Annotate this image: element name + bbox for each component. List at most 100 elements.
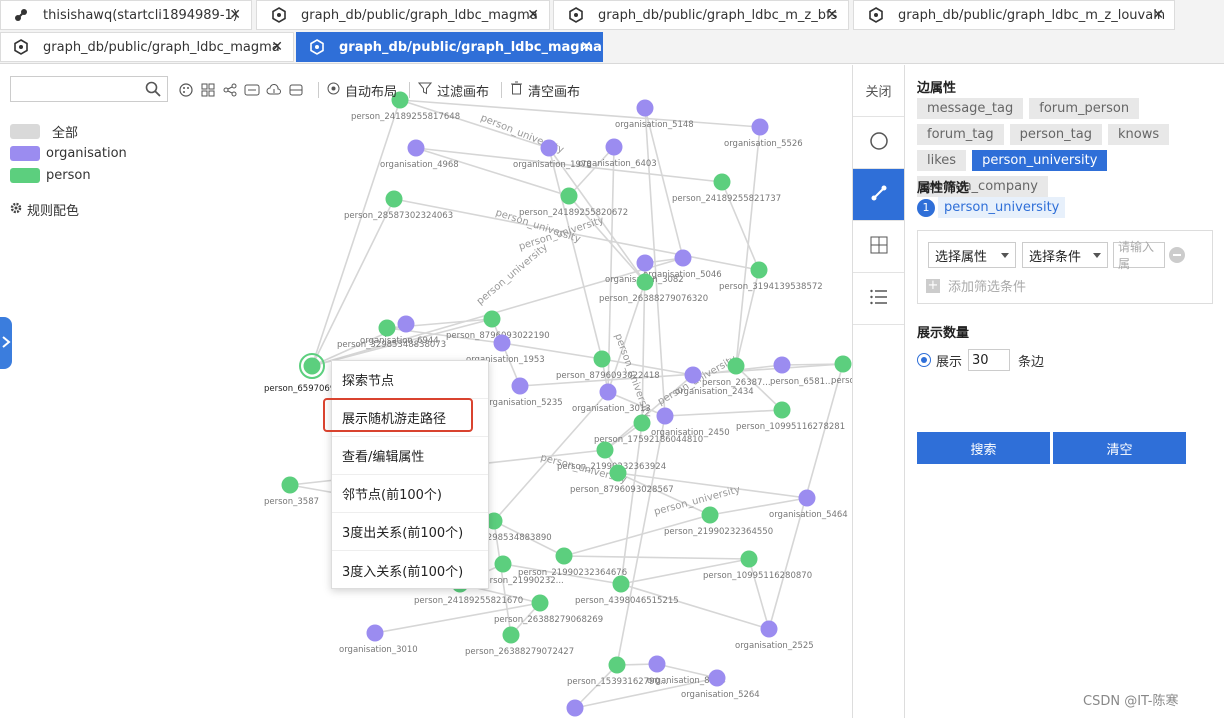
graph-edge[interactable] xyxy=(620,422,643,585)
graph-edge[interactable] xyxy=(735,126,761,367)
tab-node[interactable] xyxy=(853,117,904,169)
person-node[interactable]: person_8796... xyxy=(831,355,852,387)
graph-edge[interactable] xyxy=(491,318,521,387)
organisation-node[interactable]: organisation_2525 xyxy=(735,620,814,652)
tag-person-university[interactable]: person_university xyxy=(972,150,1108,171)
graph-edge[interactable] xyxy=(563,555,750,560)
share-icon[interactable] xyxy=(222,82,238,98)
organisation-node[interactable]: organisation_6403 xyxy=(578,138,657,170)
rule-color-button[interactable]: 规则配色 xyxy=(10,200,79,219)
remove-condition-icon[interactable] xyxy=(1169,247,1185,263)
tab-4[interactable]: graph_db/public/graph_ldbc_magma ✕ xyxy=(0,32,294,62)
tag-likes[interactable]: likes xyxy=(917,150,967,171)
node-label: person_24189255820672 xyxy=(519,208,628,218)
person-node[interactable]: person_21990232364676 xyxy=(518,547,627,579)
database-icon[interactable] xyxy=(288,82,304,98)
organisation-node[interactable]: organisation_5235 xyxy=(484,377,563,409)
tab-edge[interactable] xyxy=(853,169,904,221)
tag-knows[interactable]: knows xyxy=(1107,124,1170,145)
tag-forum-person[interactable]: forum_person xyxy=(1029,98,1140,119)
tag-forum-tag[interactable]: forum_tag xyxy=(917,124,1004,145)
filter-condition-box: 选择属性 选择条件 请输入属 + 添加筛选条件 xyxy=(917,230,1213,304)
tab-2[interactable]: graph_db/public/graph_ldbc_m_z_bfs ✕ xyxy=(553,0,849,30)
close-icon[interactable]: ✕ xyxy=(229,7,241,23)
tab-5[interactable]: graph_db/public/graph_ldbc_magma ✕ xyxy=(296,32,603,62)
node-label: organisation_5526 xyxy=(724,139,803,149)
node-label: organisation_5148 xyxy=(615,120,694,130)
attribute-value-input[interactable]: 请输入属 xyxy=(1113,240,1165,271)
filter-canvas-button[interactable]: 过滤画布 xyxy=(417,81,489,100)
person-node[interactable]: person_28587302324063 xyxy=(344,190,453,222)
person-node[interactable]: person_10995116280870 xyxy=(703,550,812,582)
graph-edge[interactable] xyxy=(664,409,783,417)
graph-edge[interactable] xyxy=(644,107,684,259)
filter-chip[interactable]: 1 person_university xyxy=(917,197,1066,218)
tab-label: graph_db/public/graph_ldbc_m_z_louvain xyxy=(898,7,1166,23)
edge-count-input[interactable]: 30 xyxy=(968,349,1011,371)
tag-message-tag[interactable]: message_tag xyxy=(917,98,1024,119)
close-icon[interactable]: ✕ xyxy=(1152,7,1164,23)
cloud-download-icon[interactable] xyxy=(266,82,282,98)
organisation-node[interactable]: organisation_2450 xyxy=(651,407,730,439)
auto-layout-button[interactable]: 自动布局 xyxy=(327,81,397,100)
organisation-node[interactable]: person_6581... xyxy=(770,356,833,388)
trash-icon xyxy=(510,81,523,99)
person-node[interactable]: person_4398046515215 xyxy=(575,575,679,607)
legend-item-organisation[interactable]: organisation xyxy=(10,142,127,164)
grid-icon[interactable] xyxy=(200,82,216,98)
close-icon[interactable]: ✕ xyxy=(826,7,838,23)
json-icon[interactable] xyxy=(244,82,260,98)
organisation-node[interactable]: organisation_3010 xyxy=(339,624,418,656)
close-panel-button[interactable]: 关闭 xyxy=(853,65,904,117)
add-filter-button[interactable]: + 添加筛选条件 xyxy=(926,276,1026,295)
organisation-node[interactable]: organisation_6944 xyxy=(360,315,439,347)
search-button[interactable]: 搜索 xyxy=(917,432,1050,464)
organisation-node[interactable]: organisation_4968 xyxy=(380,139,459,171)
clear-canvas-button[interactable]: 清空画布 xyxy=(510,81,580,100)
organisation-node[interactable]: organisation_5526 xyxy=(724,118,803,150)
graph-edge[interactable] xyxy=(748,558,770,630)
node-label: person_6581... xyxy=(770,377,833,387)
menu-item-3hop-in[interactable]: 3度入关系(前100个) xyxy=(332,551,488,589)
person-node[interactable]: person_24189255820672 xyxy=(519,187,628,219)
tab-list[interactable] xyxy=(853,273,904,325)
close-icon[interactable]: ✕ xyxy=(271,39,283,55)
select-attribute-dropdown[interactable]: 选择属性 xyxy=(928,242,1016,268)
tag-person-tag[interactable]: person_tag xyxy=(1009,124,1102,145)
menu-item-3hop-out[interactable]: 3度出关系(前100个) xyxy=(332,513,488,551)
organisation-node[interactable]: organis... xyxy=(539,699,584,718)
graph-edge[interactable] xyxy=(781,363,844,366)
person-node[interactable]: person_3194139538572 xyxy=(719,261,823,293)
menu-item-explore-node[interactable]: 探索节点 xyxy=(332,361,488,399)
select-condition-dropdown[interactable]: 选择条件 xyxy=(1022,242,1108,268)
clear-button[interactable]: 清空 xyxy=(1053,432,1186,464)
close-icon[interactable]: ✕ xyxy=(527,7,539,23)
expand-sidebar-handle[interactable] xyxy=(0,317,12,369)
close-icon[interactable]: ✕ xyxy=(580,39,592,55)
graph-edge[interactable] xyxy=(568,146,615,197)
tab-label: graph_db/public/graph_ldbc_magma xyxy=(339,39,602,55)
search-input[interactable] xyxy=(10,76,168,102)
tab-bar: thisishawq(startcli1894989-1) ✕ graph_db… xyxy=(0,0,1224,64)
organisation-node[interactable]: organisation_5148 xyxy=(615,99,694,131)
legend-item-person[interactable]: person xyxy=(10,164,127,186)
tab-calculator[interactable] xyxy=(853,221,904,273)
graph-edge[interactable] xyxy=(620,583,770,630)
palette-icon[interactable] xyxy=(178,82,194,98)
legend-label: person xyxy=(46,167,91,183)
tab-1[interactable]: graph_db/public/graph_ldbc_magma ✕ xyxy=(256,0,550,30)
show-radio[interactable] xyxy=(917,353,931,367)
person-node[interactable]: person_21990232363924 xyxy=(557,441,666,473)
menu-item-edit-properties[interactable]: 查看/编辑属性 xyxy=(332,437,488,475)
legend-item-all[interactable]: 全部 xyxy=(10,120,127,142)
tab-label: graph_db/public/graph_ldbc_m_z_bfs xyxy=(598,7,838,23)
person-node[interactable]: person_26388279072427 xyxy=(465,626,574,658)
node-label: person_3587 xyxy=(264,497,319,507)
graph-edge[interactable] xyxy=(548,147,603,360)
person-node[interactable]: person_3587 xyxy=(264,476,319,508)
tab-3[interactable]: graph_db/public/graph_ldbc_m_z_louvain ✕ xyxy=(853,0,1175,30)
watermark: CSDN @IT-陈寒 xyxy=(1083,694,1179,709)
graph-edge[interactable] xyxy=(616,415,666,666)
menu-item-neighbors[interactable]: 邻节点(前100个) xyxy=(332,475,488,513)
tab-0[interactable]: thisishawq(startcli1894989-1) ✕ xyxy=(0,0,252,30)
